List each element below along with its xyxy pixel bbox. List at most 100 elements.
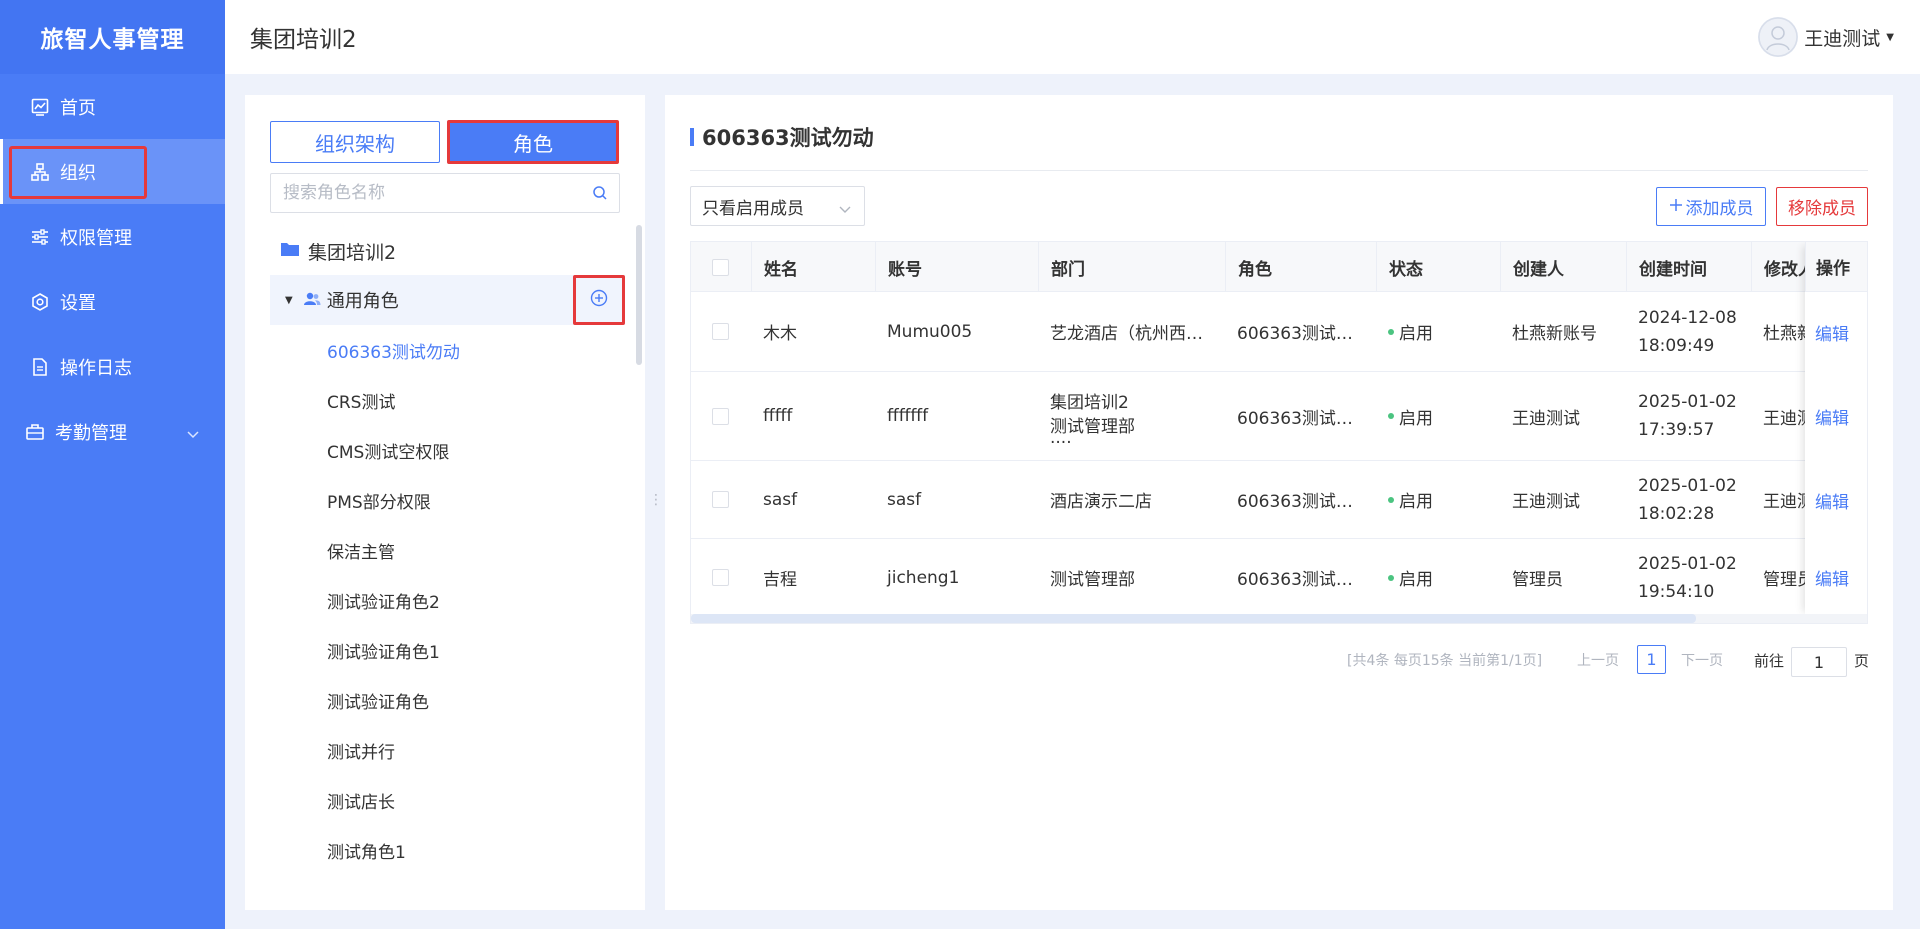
tree-group-node[interactable]: ▼ 通用角色 [270,275,625,325]
column-header-role[interactable]: 角色 [1225,242,1376,292]
horizontal-scrollbar[interactable] [691,614,1867,623]
nav-label: 设置 [60,292,96,314]
plus-icon [1669,197,1683,217]
role-item[interactable]: PMS部分权限 [327,475,460,525]
column-header-name[interactable]: 姓名 [751,242,875,292]
add-member-button[interactable]: 添加成员 [1656,187,1766,226]
status-text: 启用 [1399,324,1433,344]
cell-role: 606363测试勿动 [1225,461,1376,538]
cell-account: sasf [887,489,922,510]
edit-link[interactable]: 编辑 [1805,372,1867,461]
row-checkbox[interactable] [712,323,729,340]
row-checkbox-cell [691,372,751,460]
table-row[interactable]: 吉程 jicheng1 测试管理部 606363测试勿动 启用 管理员 2025… [691,539,1867,616]
status-text: 启用 [1399,570,1433,590]
cell-created-time: 2024-12-08 18:09:49 [1626,292,1751,371]
table-row[interactable]: fffff fffffff 集团培训2 测试管理部 ···· 606363测试勿… [691,372,1867,461]
goto-label: 前往 [1754,651,1785,670]
add-role-button[interactable] [573,275,625,325]
vertical-scrollbar[interactable] [636,225,642,365]
cell-department: 集团培训2 测试管理部 ···· [1038,372,1225,460]
cell-department: 酒店演示二店 [1038,461,1225,538]
select-all-checkbox[interactable] [712,258,729,276]
edit-link[interactable]: 编辑 [1805,539,1867,616]
created-clock: 17:39:57 [1638,420,1715,440]
member-filter-select[interactable]: 只看启用成员 [690,186,865,226]
nav-item-organization[interactable]: 组织 [0,139,225,204]
nav-item-settings[interactable]: 设置 [0,269,225,334]
prev-page-button[interactable]: 上一页 [1577,645,1619,675]
department-text: 测试管理部 [1050,570,1135,590]
row-checkbox-cell [691,539,751,616]
cell-modifier: 杜燕新账号 [1763,324,1807,344]
created-date: 2025-01-02 [1638,553,1737,574]
department-more: ···· [1050,433,1072,453]
column-header-account[interactable]: 账号 [875,242,1038,292]
page-unit-label: 页 [1854,651,1870,670]
status-text: 启用 [1399,408,1433,429]
nav-item-attendance[interactable]: 考勤管理 [0,399,225,464]
created-date: 2025-01-02 [1638,475,1737,496]
sidebar: 旅智人事管理 首页 组织 权限管理 设置 操作日志 考勤管理 [0,0,225,929]
edit-link[interactable]: 编辑 [1805,292,1867,372]
row-checkbox-cell [691,292,751,371]
document-icon [30,357,50,377]
table-row[interactable]: 木木 Mumu005 艺龙酒店（杭州西湖店） 606363测试勿动 启用 杜燕新… [691,292,1867,372]
department-text: 集团培训2 [1050,393,1129,413]
cell-created-time: 2025-01-02 17:39:57 [1626,372,1751,460]
cell-name: fffff [763,406,793,426]
folder-icon [280,240,300,262]
table-row[interactable]: sasf sasf 酒店演示二店 606363测试勿动 启用 王迪测试 2025… [691,461,1867,539]
role-item[interactable]: CRS测试 [327,375,460,425]
edit-link[interactable]: 编辑 [1805,461,1867,539]
nav-item-permissions[interactable]: 权限管理 [0,204,225,269]
cell-role: 606363测试勿动 [1225,292,1376,371]
nav-item-operation-log[interactable]: 操作日志 [0,334,225,399]
goto-page-input[interactable] [1791,647,1847,677]
column-header-creator[interactable]: 创建人 [1500,242,1626,292]
role-item[interactable]: 测试验证角色1 [327,625,460,675]
remove-member-button[interactable]: 移除成员 [1776,187,1868,226]
tab-role[interactable]: 角色 [447,120,619,164]
pagination-summary: [共4条 每页15条 当前第1/1页] [1347,653,1543,669]
caret-down-icon: ▼ [1886,31,1894,43]
cell-role: 606363测试勿动 [1225,539,1376,616]
role-text: 606363测试勿动 [1237,492,1368,512]
column-header-modifier[interactable]: 修改人 [1751,242,1807,292]
horizontal-scrollbar-thumb[interactable] [691,614,1696,623]
next-page-button[interactable]: 下一页 [1681,645,1723,675]
row-checkbox[interactable] [712,569,729,586]
search-icon[interactable] [592,185,608,206]
sliders-icon [30,227,50,247]
role-item[interactable]: 测试并行 [327,725,460,775]
row-checkbox[interactable] [712,491,729,508]
column-header-status[interactable]: 状态 [1376,242,1500,292]
chevron-down-icon [839,199,851,219]
role-item[interactable]: 保洁主管 [327,525,460,575]
select-all-checkbox-cell [691,242,751,292]
role-item[interactable]: 测试店长 [327,775,460,825]
tree-root-node[interactable]: 集团培训2 [280,231,396,271]
search-input[interactable] [271,174,571,212]
role-item[interactable]: 测试角色1 [327,825,460,875]
role-item[interactable]: CMS测试空权限 [327,425,460,475]
user-menu[interactable]: 王迪测试 ▼ [1758,17,1894,57]
cell-modifier: 王迪测试 [1763,492,1807,512]
role-item[interactable]: 606363测试勿动 [327,325,460,375]
caret-down-icon[interactable]: ▼ [285,295,293,306]
tab-org-structure[interactable]: 组织架构 [270,121,440,163]
row-checkbox-cell [691,461,751,538]
page-number-current[interactable]: 1 [1637,645,1666,674]
nav-item-home[interactable]: 首页 [0,74,225,139]
status-dot [1388,328,1394,335]
tree-root-label: 集团培训2 [308,241,397,264]
row-checkbox[interactable] [712,407,729,425]
role-item[interactable]: 测试验证角色 [327,675,460,725]
column-header-department[interactable]: 部门 [1038,242,1225,292]
role-item[interactable]: 测试验证角色2 [327,575,460,625]
gear-icon [30,292,50,312]
column-header-created-time[interactable]: 创建时间 [1626,242,1751,292]
table-header: 姓名 账号 部门 角色 状态 创建人 创建时间 修改人 [691,242,1867,292]
status-dot [1388,496,1394,503]
cell-status: 启用 [1376,292,1500,371]
